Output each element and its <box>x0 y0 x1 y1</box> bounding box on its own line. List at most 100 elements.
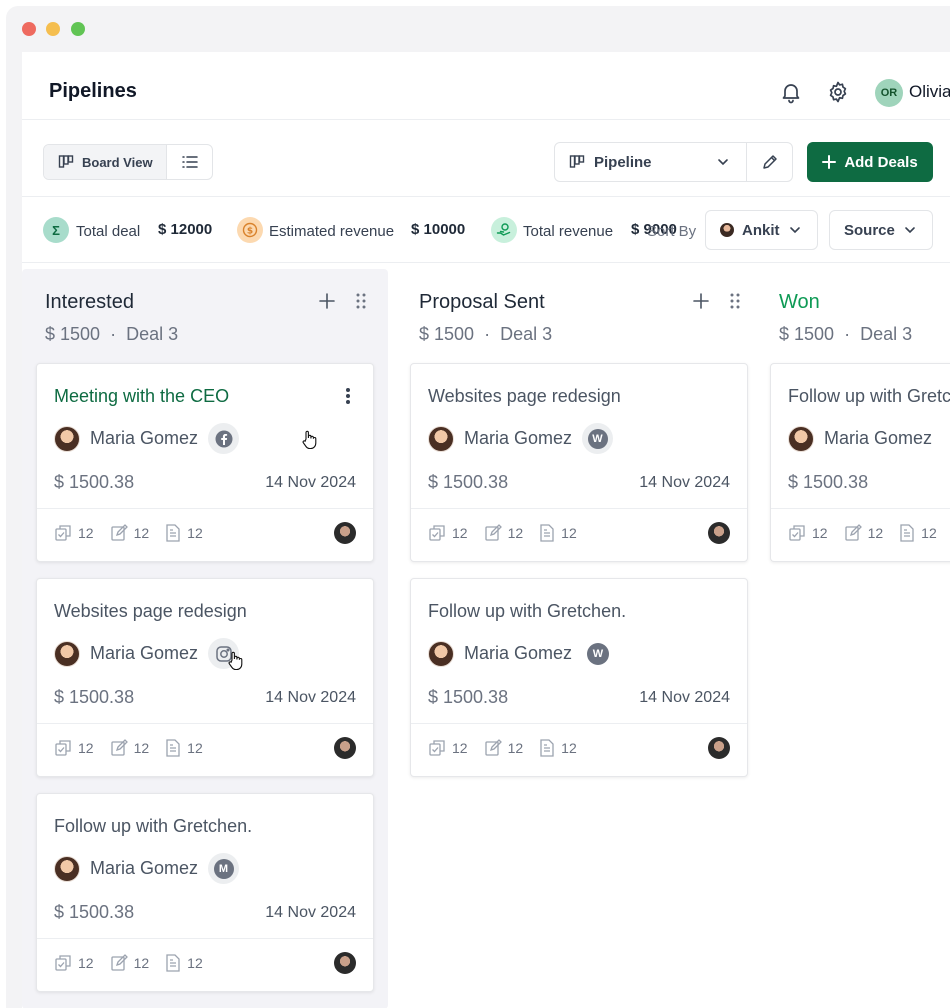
settings-gear-icon[interactable] <box>826 80 850 104</box>
tasks-count-value: 12 <box>452 740 468 756</box>
contact-name[interactable]: Maria Gomez <box>90 858 198 879</box>
files-count[interactable]: 12 <box>539 739 577 757</box>
chevron-down-icon <box>905 227 915 234</box>
deal-card[interactable]: Websites page redesign Maria Gomez $ 150… <box>36 578 374 777</box>
deal-title[interactable]: Follow up with Gretchen. <box>788 386 950 407</box>
plus-icon <box>822 155 837 169</box>
w-badge-letter: W <box>587 428 608 449</box>
files-count-value: 12 <box>187 740 203 756</box>
deal-title[interactable]: Follow up with Gretchen. <box>428 601 626 622</box>
column-title: Interested <box>45 291 134 313</box>
tasks-count-value: 12 <box>78 525 94 541</box>
files-count[interactable]: 12 <box>899 524 937 542</box>
files-count[interactable]: 12 <box>539 524 577 542</box>
owner-avatar[interactable] <box>334 952 356 974</box>
board-view-button[interactable]: Board View <box>44 145 167 179</box>
deal-title[interactable]: Websites page redesign <box>54 601 247 622</box>
deal-card[interactable]: Follow up with Gretchen. Maria Gomez M $… <box>36 793 374 992</box>
add-card-plus-icon[interactable] <box>317 291 337 311</box>
file-icon <box>166 739 180 757</box>
files-count-value: 12 <box>187 955 203 971</box>
file-icon <box>166 524 180 542</box>
column-separator: · <box>484 324 491 344</box>
contact-avatar <box>54 426 80 452</box>
owner-avatar[interactable] <box>708 737 730 759</box>
card-divider <box>411 508 747 509</box>
deal-amount: $ 1500.38 <box>428 687 509 707</box>
owner-avatar[interactable] <box>334 737 356 759</box>
notes-count[interactable]: 12 <box>484 739 524 757</box>
deal-title[interactable]: Meeting with the CEO <box>54 386 229 407</box>
deal-amount: $ 1500.38 <box>428 472 509 492</box>
notification-bell-icon[interactable] <box>779 80 803 104</box>
deal-title[interactable]: Follow up with Gretchen. <box>54 816 252 837</box>
edit-pipeline-button[interactable] <box>747 143 792 181</box>
contact-name[interactable]: Maria Gomez <box>90 428 198 449</box>
files-count[interactable]: 12 <box>165 524 203 542</box>
owner-avatar[interactable] <box>708 522 730 544</box>
w-badge-icon[interactable]: W <box>582 423 613 454</box>
pipeline-dropdown[interactable]: Pipeline <box>555 143 747 181</box>
more-options-icon[interactable] <box>345 386 351 406</box>
tasks-count[interactable]: 12 <box>428 524 468 542</box>
close-window-button[interactable] <box>22 22 36 36</box>
owner-filter-dropdown[interactable]: Ankit <box>705 210 818 250</box>
deal-card[interactable]: Follow up with Gretchen. Maria Gomez W $… <box>410 578 748 777</box>
contact-name[interactable]: Maria Gomez <box>90 643 198 664</box>
user-name[interactable]: Olivia <box>909 82 950 102</box>
card-divider <box>37 723 373 724</box>
source-filter-dropdown[interactable]: Source <box>829 210 933 250</box>
owner-avatar[interactable] <box>334 522 356 544</box>
deal-card[interactable]: Meeting with the CEO Maria Gomez $ 1500.… <box>36 363 374 562</box>
file-icon <box>540 739 554 757</box>
contact-name[interactable]: Maria Gomez <box>824 428 932 449</box>
maximize-window-button[interactable] <box>71 22 85 36</box>
contact-avatar <box>54 641 80 667</box>
deal-title[interactable]: Websites page redesign <box>428 386 621 407</box>
card-divider <box>37 938 373 939</box>
w-badge-icon[interactable]: W <box>587 643 609 665</box>
minimize-window-button[interactable] <box>46 22 60 36</box>
add-card-plus-icon[interactable] <box>691 291 711 311</box>
deal-card[interactable]: Websites page redesign Maria Gomez W $ 1… <box>410 363 748 562</box>
file-icon <box>900 524 914 542</box>
tasks-count-value: 12 <box>78 955 94 971</box>
list-view-button[interactable] <box>167 145 212 179</box>
facebook-icon[interactable] <box>208 423 239 454</box>
notes-count[interactable]: 12 <box>844 524 883 542</box>
tasks-count[interactable]: 12 <box>54 524 94 542</box>
notes-count[interactable]: 12 <box>110 524 149 542</box>
edit-note-icon <box>110 739 128 756</box>
tasks-count[interactable]: 12 <box>788 524 828 542</box>
user-avatar[interactable]: OR <box>875 79 903 107</box>
deal-card[interactable]: Follow up with Gretchen. Maria Gomez $ 1… <box>770 363 950 562</box>
card-footer: 12 12 12 <box>54 524 203 542</box>
chevron-down-icon <box>789 227 800 234</box>
notes-count[interactable]: 12 <box>484 524 523 542</box>
add-deals-button[interactable]: Add Deals <box>807 142 933 182</box>
column-deal-count: Deal 3 <box>860 324 913 344</box>
notes-count[interactable]: 12 <box>110 954 149 972</box>
notes-count-value: 12 <box>133 740 150 756</box>
column-title: Won <box>779 291 820 313</box>
files-count[interactable]: 12 <box>165 739 203 757</box>
notes-count[interactable]: 12 <box>110 739 150 757</box>
tasks-count[interactable]: 12 <box>54 954 94 972</box>
files-count[interactable]: 12 <box>165 954 203 972</box>
sort-by-label: Sort By <box>647 223 697 240</box>
notes-count-value: 12 <box>507 740 524 756</box>
tasks-count[interactable]: 12 <box>428 739 468 757</box>
drag-handle-icon[interactable] <box>354 291 368 311</box>
contact-name[interactable]: Maria Gomez <box>464 428 572 449</box>
card-divider <box>771 508 950 509</box>
m-badge-icon[interactable]: M <box>208 853 239 884</box>
files-count-value: 12 <box>921 525 937 541</box>
deal-amount: $ 1500.38 <box>54 472 135 492</box>
hand-cursor-icon <box>302 430 317 450</box>
tasks-icon <box>55 740 71 756</box>
tasks-count[interactable]: 12 <box>54 739 94 757</box>
contact-name[interactable]: Maria Gomez <box>464 643 572 664</box>
drag-handle-icon[interactable] <box>728 291 742 311</box>
toolbar: Board View Pipeline Add Deals <box>22 120 950 197</box>
pipeline-select: Pipeline <box>554 142 793 182</box>
